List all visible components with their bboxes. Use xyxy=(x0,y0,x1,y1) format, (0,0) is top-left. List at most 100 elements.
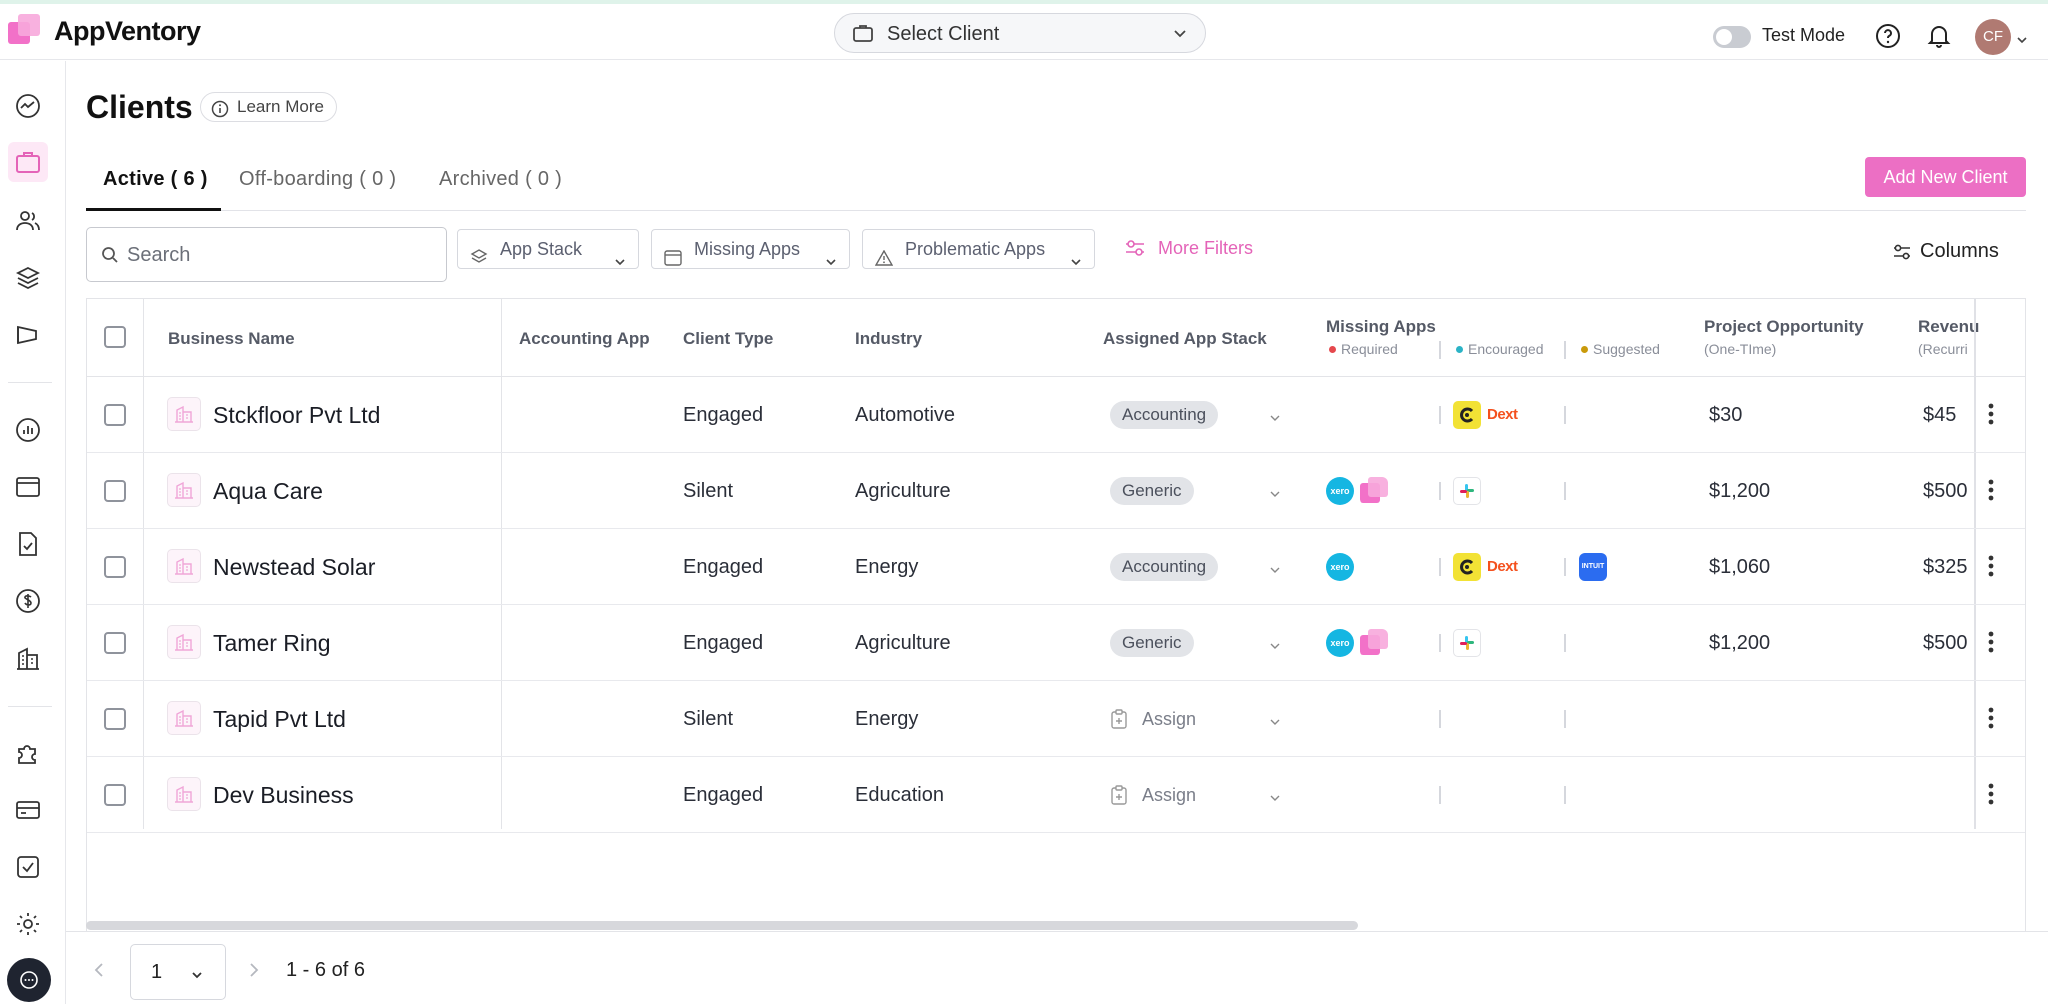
header-accounting-app[interactable]: Accounting App xyxy=(519,329,650,349)
header-project-opportunity[interactable]: Project Opportunity xyxy=(1704,317,1864,337)
users-icon[interactable] xyxy=(13,206,43,236)
slack-icon[interactable] xyxy=(1453,477,1481,505)
chevron-down-icon[interactable] xyxy=(2016,31,2028,49)
columns-button[interactable]: Columns xyxy=(1892,240,1999,263)
tab-active[interactable]: Active ( 6 ) xyxy=(103,168,208,191)
appventory-icon[interactable] xyxy=(1360,629,1388,657)
xero-icon[interactable]: xero xyxy=(1326,629,1354,657)
document-check-icon[interactable] xyxy=(13,529,43,559)
dashboard-icon[interactable] xyxy=(13,91,43,121)
more-options-icon[interactable] xyxy=(1987,781,1995,812)
settings-icon[interactable] xyxy=(13,909,43,939)
row-checkbox[interactable] xyxy=(104,784,126,806)
business-name[interactable]: Tamer Ring xyxy=(213,605,331,681)
business-name[interactable]: Newstead Solar xyxy=(213,529,375,605)
clipboard-add-icon xyxy=(1110,785,1128,811)
header-missing-apps[interactable]: Missing Apps xyxy=(1326,317,1436,337)
row-checkbox[interactable] xyxy=(104,708,126,730)
chevron-down-icon[interactable] xyxy=(1269,714,1281,732)
xero-icon[interactable]: xero xyxy=(1326,553,1354,581)
tab-off-boarding[interactable]: Off-boarding ( 0 ) xyxy=(239,168,396,191)
table-row[interactable]: Tamer Ring Engaged Agriculture Generic xero $… xyxy=(87,605,2025,681)
puzzle-icon[interactable] xyxy=(13,738,43,768)
campaign-icon[interactable] xyxy=(13,320,43,350)
more-options-icon[interactable] xyxy=(1987,401,1995,432)
client-select[interactable]: Select Client xyxy=(834,13,1206,53)
app-stack-filter[interactable]: App Stack xyxy=(457,229,639,269)
chevron-down-icon[interactable] xyxy=(1269,486,1281,504)
row-checkbox[interactable] xyxy=(104,480,126,502)
horizontal-scrollbar[interactable] xyxy=(86,921,1358,930)
row-checkbox[interactable] xyxy=(104,632,126,654)
chevron-down-icon[interactable] xyxy=(1269,410,1281,428)
app-stack-badge[interactable]: Accounting xyxy=(1110,401,1219,429)
header-client-type[interactable]: Client Type xyxy=(683,329,773,349)
assign-app-stack-button[interactable]: Assign xyxy=(1110,783,1196,807)
chevron-down-icon[interactable] xyxy=(1269,638,1281,656)
row-checkbox[interactable] xyxy=(104,404,126,426)
more-options-icon[interactable] xyxy=(1987,629,1995,660)
dollar-icon[interactable] xyxy=(13,586,43,616)
table-row[interactable]: Newstead Solar Engaged Energy Accounting xer… xyxy=(87,529,2025,605)
chevron-down-icon[interactable] xyxy=(1269,562,1281,580)
legend-suggested: Suggested xyxy=(1581,341,1660,357)
more-options-icon[interactable] xyxy=(1987,705,1995,736)
chevron-down-icon xyxy=(614,242,626,280)
appventory-icon[interactable] xyxy=(1360,477,1388,505)
more-filters-button[interactable]: More Filters xyxy=(1124,238,1253,259)
add-new-client-button[interactable]: Add New Client xyxy=(1865,157,2026,197)
problematic-apps-filter-label: Problematic Apps xyxy=(905,239,1046,259)
business-name[interactable]: Dev Business xyxy=(213,757,354,833)
app-logo[interactable] xyxy=(8,12,44,48)
slack-icon[interactable] xyxy=(1453,629,1481,657)
chat-icon[interactable] xyxy=(7,958,51,1002)
tab-archived[interactable]: Archived ( 0 ) xyxy=(439,168,562,191)
window-icon xyxy=(664,241,682,279)
chevron-down-icon[interactable] xyxy=(1269,790,1281,808)
app-stack-badge[interactable]: Accounting xyxy=(1110,553,1219,581)
dext-icon[interactable]: Dext xyxy=(1487,553,1518,581)
chevron-right-icon[interactable] xyxy=(249,962,259,983)
dext-yellow-icon[interactable] xyxy=(1453,401,1481,429)
search-input[interactable] xyxy=(127,240,427,270)
page-select[interactable]: 1 xyxy=(130,944,226,1000)
building-icon[interactable] xyxy=(13,643,43,673)
chevron-left-icon[interactable] xyxy=(94,962,104,983)
dext-yellow-icon[interactable] xyxy=(1453,553,1481,581)
user-avatar[interactable]: CF xyxy=(1975,19,2011,55)
briefcase-icon[interactable] xyxy=(8,142,48,182)
table-row[interactable]: Dev Business Engaged Education Assign xyxy=(87,757,2025,833)
test-mode-toggle[interactable] xyxy=(1713,26,1751,48)
checkbox-icon[interactable] xyxy=(13,852,43,882)
search-field[interactable] xyxy=(86,227,447,282)
window-icon[interactable] xyxy=(13,472,43,502)
header-revenue[interactable]: Revenu xyxy=(1918,317,1979,337)
layers-icon[interactable] xyxy=(13,263,43,293)
xero-icon[interactable]: xero xyxy=(1326,477,1354,505)
header-business-name[interactable]: Business Name xyxy=(168,329,295,349)
row-checkbox[interactable] xyxy=(104,556,126,578)
header-assigned-app-stack[interactable]: Assigned App Stack xyxy=(1103,329,1267,349)
table-row[interactable]: Tapid Pvt Ltd Silent Energy Assign xyxy=(87,681,2025,757)
assign-app-stack-button[interactable]: Assign xyxy=(1110,707,1196,731)
business-name[interactable]: Stckfloor Pvt Ltd xyxy=(213,377,380,453)
table-row[interactable]: Aqua Care Silent Agriculture Generic xero $1,… xyxy=(87,453,2025,529)
more-options-icon[interactable] xyxy=(1987,553,1995,584)
select-all-checkbox[interactable] xyxy=(104,326,126,348)
app-stack-badge[interactable]: Generic xyxy=(1110,477,1194,505)
bell-icon[interactable] xyxy=(1927,23,1951,54)
app-stack-badge[interactable]: Generic xyxy=(1110,629,1194,657)
help-icon[interactable] xyxy=(1875,23,1901,54)
table-row[interactable]: Stckfloor Pvt Ltd Engaged Automotive Accoun… xyxy=(87,377,2025,453)
chart-icon[interactable] xyxy=(13,415,43,445)
missing-apps-filter[interactable]: Missing Apps xyxy=(651,229,850,269)
intuit-icon[interactable]: INTUIT xyxy=(1579,553,1607,581)
header-industry[interactable]: Industry xyxy=(855,329,922,349)
dext-icon[interactable]: Dext xyxy=(1487,401,1518,429)
credit-card-icon[interactable] xyxy=(13,795,43,825)
business-name[interactable]: Tapid Pvt Ltd xyxy=(213,681,346,757)
learn-more-button[interactable]: Learn More xyxy=(200,92,337,122)
more-options-icon[interactable] xyxy=(1987,477,1995,508)
problematic-apps-filter[interactable]: Problematic Apps xyxy=(862,229,1095,269)
business-name[interactable]: Aqua Care xyxy=(213,453,323,529)
